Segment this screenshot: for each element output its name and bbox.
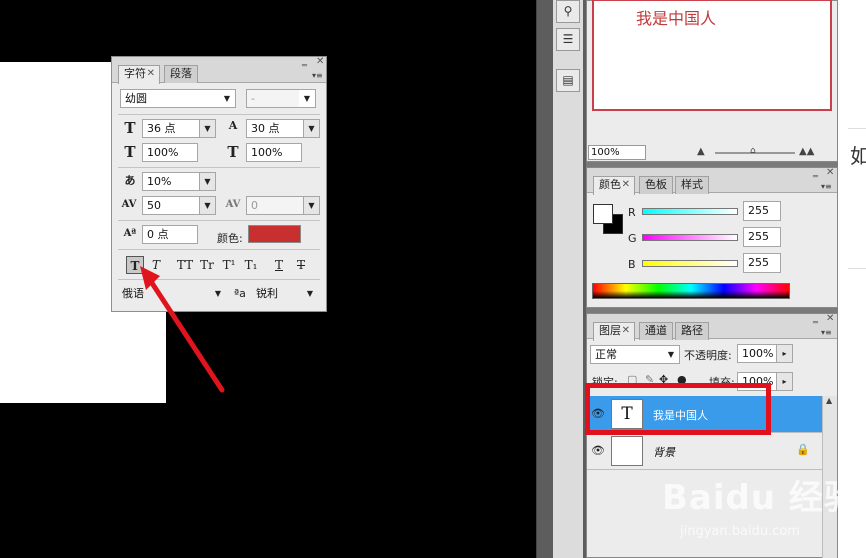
tab-styles[interactable]: 样式 [675,176,709,194]
scroll-up-icon[interactable]: ▲ [826,396,832,405]
blend-mode-select[interactable]: 正常 ▼ [590,345,680,364]
lock-icon: 🔒 [796,443,810,456]
zoom-slider-thumb[interactable]: ⌂ [750,146,756,156]
navigator-preview-text: 我是中国人 [636,9,717,28]
tab-color[interactable]: 颜色 ✕ [593,176,635,195]
chevron-right-icon[interactable]: ▸ [776,373,792,390]
watermark-url: jingyan.baidu.com [680,524,800,539]
blue-slider[interactable] [642,260,738,267]
close-panel-icon[interactable]: ✕ [826,313,834,324]
zoom-out-icon[interactable]: ▲ [697,146,705,157]
zoom-field[interactable]: 100% [588,145,646,160]
tab-channels-label: 通道 [645,324,667,337]
tab-styles-label: 样式 [681,178,703,191]
layers-panel: 图层 ✕ 通道 路径 ‗ ✕ ▾≡ 正常 ▼ 不透明度: 100% ▸ 锁定: … [586,313,838,558]
zoom-in-icon[interactable]: ▲▲ [799,146,814,157]
blue-value-field[interactable]: 255 [743,253,781,273]
close-panel-icon[interactable]: ✕ [826,167,834,178]
chevron-right-icon[interactable]: ▸ [776,345,792,362]
tab-layers-label: 图层 [599,324,621,337]
far-right-text: 如 [850,144,866,168]
chevron-down-icon: ▼ [663,346,679,363]
green-slider[interactable] [642,234,738,241]
close-icon[interactable]: ✕ [622,177,630,193]
watermark-logo: Baidu 经验 [662,478,859,518]
layer-name: 背景 [653,446,675,459]
red-slider[interactable] [642,208,738,215]
annotation-highlight-box [585,383,771,435]
clone-source-icon[interactable]: ☰ [556,28,580,51]
blend-mode-value: 正常 [595,348,617,361]
foreground-color-swatch[interactable] [593,204,613,224]
panel-menu-icon[interactable]: ▾≡ [821,328,832,337]
navigator-panel: 我是中国人 100% ▲ ⌂ ▲▲ [586,0,838,162]
color-spectrum-bar[interactable] [592,283,790,299]
eye-icon[interactable]: 👁 [591,444,605,457]
tool-preset-icon[interactable]: ⚲ [556,0,580,23]
close-icon[interactable]: ✕ [622,323,630,339]
blue-label: B [628,258,636,271]
tab-layers[interactable]: 图层 ✕ [593,322,635,341]
red-label: R [628,206,636,219]
tab-color-label: 颜色 [599,178,621,191]
tab-paths-label: 路径 [681,324,703,337]
tab-channels[interactable]: 通道 [639,322,673,340]
green-value-field[interactable]: 255 [743,227,781,247]
tab-swatches[interactable]: 色板 [639,176,673,194]
layer-row[interactable]: 👁 背景 🔒 [587,433,823,470]
opacity-value: 100% [742,347,774,360]
tab-swatches-label: 色板 [645,178,667,191]
layers-panel-tabbar: 图层 ✕ 通道 路径 ‗ ✕ ▾≡ [587,313,837,341]
red-value-field[interactable]: 255 [743,201,781,221]
layer-thumbnail [611,436,643,466]
minimize-icon[interactable]: ‗ [813,313,818,324]
tab-paths[interactable]: 路径 [675,322,709,340]
navigator-preview[interactable]: 我是中国人 [592,0,832,111]
panel-menu-icon[interactable]: ▾≡ [821,182,832,191]
color-panel-tabbar: 颜色 ✕ 色板 样式 ‗ ✕ ▾≡ [587,167,837,195]
opacity-field[interactable]: 100% ▸ [737,344,793,363]
notes-icon[interactable]: ▤ [556,69,580,92]
color-panel: 颜色 ✕ 色板 样式 ‗ ✕ ▾≡ R 255 G 255 B 255 [586,167,838,308]
opacity-label: 不透明度: [684,349,732,362]
green-label: G [628,232,637,245]
minimize-icon[interactable]: ‗ [813,167,818,178]
